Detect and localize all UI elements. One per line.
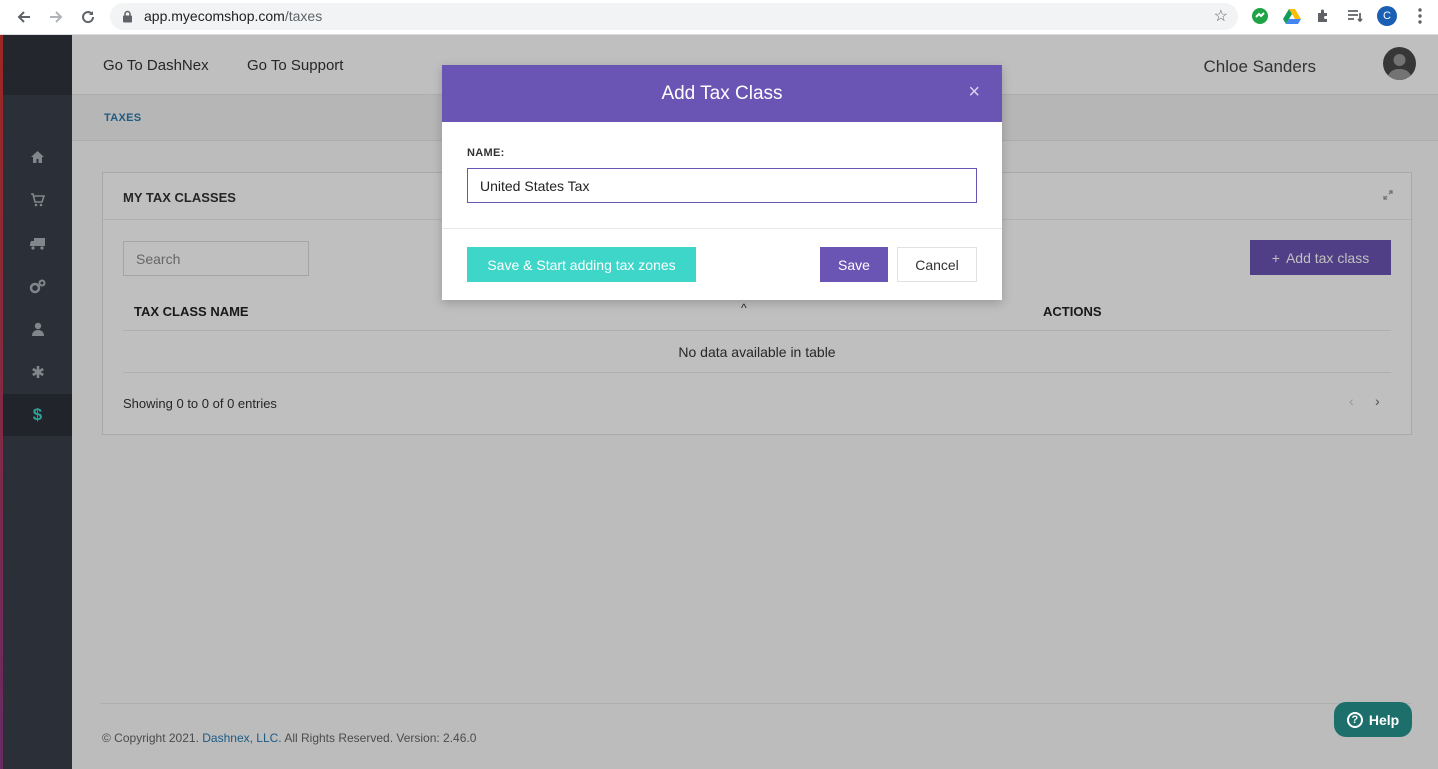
profile-initial: C bbox=[1377, 6, 1397, 26]
name-field[interactable] bbox=[467, 168, 977, 203]
extensions-puzzle-icon[interactable] bbox=[1313, 6, 1333, 26]
profile-avatar[interactable]: C bbox=[1377, 6, 1397, 26]
cancel-button[interactable]: Cancel bbox=[897, 247, 977, 282]
url-text: app.myecomshop.com/taxes bbox=[144, 8, 322, 24]
google-drive-icon[interactable] bbox=[1282, 6, 1302, 26]
lock-icon bbox=[123, 10, 132, 23]
close-icon[interactable]: × bbox=[968, 82, 980, 102]
save-and-start-adding-tax-zones-button[interactable]: Save & Start adding tax zones bbox=[467, 247, 696, 282]
browser-toolbar: app.myecomshop.com/taxes ☆ C bbox=[0, 0, 1438, 35]
add-tax-class-modal: Add Tax Class × NAME: Save & Start addin… bbox=[442, 65, 1002, 300]
modal-title: Add Tax Class bbox=[661, 83, 783, 104]
url-host: app.myecomshop.com bbox=[144, 8, 285, 24]
reload-icon[interactable] bbox=[76, 5, 100, 29]
reading-list-icon[interactable] bbox=[1345, 6, 1365, 26]
name-field-label: NAME: bbox=[467, 147, 505, 159]
forward-arrow-icon[interactable] bbox=[44, 5, 68, 29]
help-label: Help bbox=[1368, 711, 1400, 728]
browser-menu-icon[interactable] bbox=[1410, 6, 1430, 26]
back-arrow-icon[interactable] bbox=[12, 5, 36, 29]
modal-header: Add Tax Class × bbox=[442, 65, 1002, 122]
help-button[interactable]: ? Help bbox=[1334, 702, 1412, 737]
question-icon: ? bbox=[1346, 711, 1363, 728]
url-path: /taxes bbox=[284, 8, 323, 24]
extension-refresh-icon[interactable] bbox=[1250, 6, 1270, 26]
save-button[interactable]: Save bbox=[820, 247, 888, 282]
address-bar[interactable]: app.myecomshop.com/taxes ☆ bbox=[110, 3, 1238, 30]
modal-divider bbox=[442, 228, 1002, 229]
bookmark-star-icon[interactable]: ☆ bbox=[1214, 6, 1228, 26]
